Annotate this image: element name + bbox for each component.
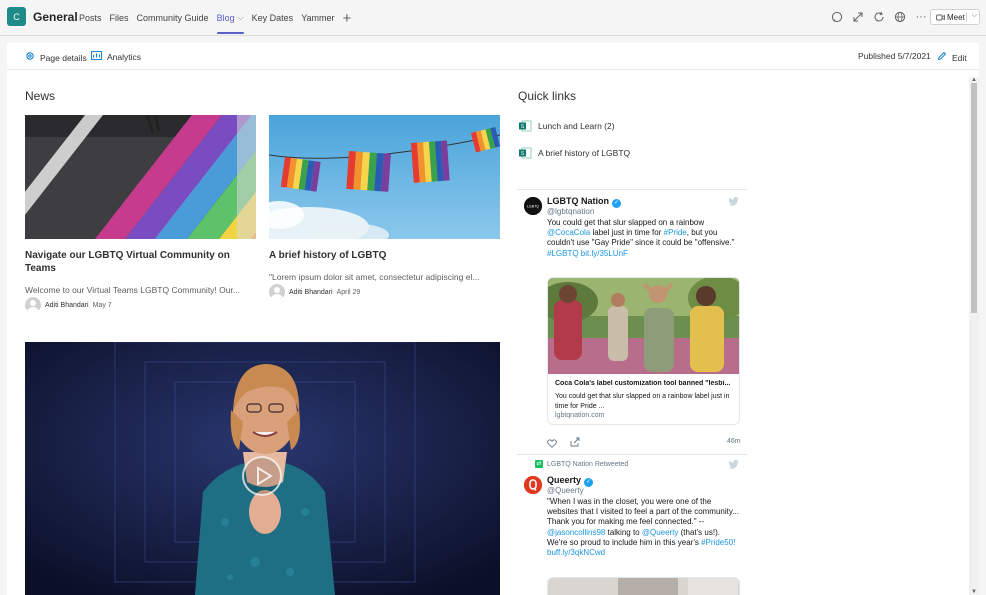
- analytics-button[interactable]: Analytics: [91, 51, 141, 63]
- mention-link[interactable]: @CocaCola: [547, 228, 590, 237]
- verified-icon: ✓: [612, 199, 621, 208]
- tab-files[interactable]: Files: [110, 0, 129, 36]
- news-title: News: [25, 89, 56, 103]
- pencil-icon: [937, 51, 947, 64]
- link-preview-domain: lgbtqnation.com: [555, 412, 605, 419]
- sharepoint-page: Page details Analytics Published 5/7/202…: [7, 43, 979, 595]
- published-status: Published 5/7/2021: [858, 51, 931, 61]
- publish-date: May 7: [92, 301, 112, 309]
- link-preview-image: [548, 278, 739, 374]
- expand-icon[interactable]: [851, 10, 865, 24]
- publish-date: April 29: [336, 288, 361, 296]
- play-button[interactable]: [242, 456, 282, 496]
- news-item-title[interactable]: Navigate our LGBTQ Virtual Community on …: [25, 249, 250, 275]
- author-name: Aditi Bhandari: [45, 301, 89, 309]
- refresh-icon[interactable]: [872, 10, 886, 24]
- tweet-media-preview[interactable]: [547, 577, 740, 595]
- twitter-bird-icon[interactable]: [728, 197, 739, 208]
- tweet-card[interactable]: ⇄ LGBTQ Nation Retweeted Queerty ✓ @Queer…: [517, 455, 747, 595]
- lgbtq-nation-avatar[interactable]: LGBTQ: [524, 197, 542, 215]
- channel-name: General: [33, 10, 78, 24]
- add-tab-icon[interactable]: +: [343, 0, 352, 36]
- tweet-timestamp[interactable]: 46m: [727, 438, 741, 445]
- news-image-pride-flags[interactable]: [269, 115, 500, 239]
- tweet-text: "When I was in the closet, you were one …: [547, 497, 739, 558]
- share-icon[interactable]: [570, 434, 580, 452]
- tweet-author-handle[interactable]: @lgbtqnation: [547, 207, 594, 216]
- tab-posts[interactable]: Posts: [79, 0, 102, 36]
- twitter-feed: LGBTQ LGBTQ Nation ✓ @lgbtqnation You cou…: [517, 189, 747, 595]
- scroll-down-icon[interactable]: ▼: [971, 589, 977, 595]
- tab-key-dates[interactable]: Key Dates: [252, 0, 294, 36]
- more-options-icon[interactable]: ···: [914, 10, 928, 24]
- team-avatar[interactable]: C: [7, 7, 26, 26]
- news-item-author: Aditi Bhandari April 29: [269, 284, 360, 300]
- like-icon[interactable]: [547, 435, 557, 453]
- chat-icon[interactable]: [830, 10, 844, 24]
- avatar: [269, 284, 285, 300]
- meet-label: Meet: [947, 12, 965, 22]
- retweet-label: ⇄ LGBTQ Nation Retweeted: [535, 460, 629, 468]
- news-image-rainbow-crosswalk[interactable]: [25, 115, 256, 239]
- quick-link-item[interactable]: S A brief history of LGBTQ: [519, 147, 630, 159]
- channel-tabs: Posts Files Community Guide Blog ⌵ Key Da…: [79, 0, 359, 36]
- video-player[interactable]: [25, 342, 500, 595]
- page-scrollbar[interactable]: ▲ ▼: [969, 77, 979, 595]
- meet-button[interactable]: Meet ⌵: [930, 9, 980, 25]
- retweet-icon: ⇄: [535, 460, 543, 468]
- tweet-author-handle[interactable]: @Queerty: [547, 486, 584, 495]
- queerty-avatar[interactable]: [524, 476, 542, 494]
- quick-link-item[interactable]: S Lunch and Learn (2): [519, 120, 615, 132]
- sway-file-icon: S: [519, 147, 532, 159]
- mention-link[interactable]: @Queerty: [642, 528, 679, 537]
- avatar: [25, 297, 41, 313]
- tab-blog[interactable]: Blog ⌵: [216, 0, 244, 36]
- news-item-title[interactable]: A brief history of LGBTQ: [269, 249, 494, 262]
- link-preview-title: Coca Cola's label customization tool ban…: [555, 380, 731, 387]
- quick-links-title: Quick links: [518, 89, 577, 103]
- news-item-author: Aditi Bhandari May 7: [25, 297, 112, 313]
- command-bar: Page details Analytics Published 5/7/202…: [7, 43, 979, 70]
- tweet-card[interactable]: LGBTQ LGBTQ Nation ✓ @lgbtqnation You cou…: [517, 190, 747, 455]
- tab-community-guide[interactable]: Community Guide: [137, 0, 209, 36]
- tweet-text: You could get that slur slapped on a rai…: [547, 218, 735, 258]
- edit-button[interactable]: Edit: [937, 51, 967, 64]
- sway-file-icon: S: [519, 120, 532, 132]
- verified-icon: ✓: [584, 478, 594, 487]
- tab-yammer[interactable]: Yammer: [301, 0, 334, 36]
- news-item-description: Welcome to our Virtual Teams LGBTQ Commu…: [25, 285, 240, 295]
- hashtag-link[interactable]: #Pride: [664, 228, 687, 237]
- hashtag-link[interactable]: #LGBTQ bit.ly/35LUnF: [547, 249, 628, 258]
- page-details-button[interactable]: Page details: [25, 51, 87, 64]
- news-item-description: "Lorem ipsum dolor sit amet, consectetur…: [269, 272, 480, 282]
- video-camera-icon: [936, 14, 945, 20]
- svg-text:LGBTQ: LGBTQ: [527, 205, 539, 209]
- chevron-down-icon[interactable]: ⌵: [972, 12, 977, 20]
- channel-header: C General Posts Files Community Guide Bl…: [0, 0, 986, 36]
- chevron-down-icon: ⌵: [237, 13, 244, 22]
- play-icon: [257, 466, 273, 486]
- twitter-bird-icon[interactable]: [728, 460, 739, 471]
- globe-icon[interactable]: [893, 10, 907, 24]
- link-preview-card[interactable]: Coca Cola's label customization tool ban…: [547, 277, 740, 425]
- scrollbar-thumb[interactable]: [971, 83, 977, 313]
- link-preview-description: You could get that slur slapped on a rai…: [555, 393, 730, 410]
- author-name: Aditi Bhandari: [289, 288, 333, 296]
- header-actions: ···: [830, 10, 928, 24]
- analytics-icon: [91, 51, 102, 63]
- mention-link[interactable]: @jasoncollins98: [547, 528, 605, 537]
- gear-icon: [25, 51, 35, 64]
